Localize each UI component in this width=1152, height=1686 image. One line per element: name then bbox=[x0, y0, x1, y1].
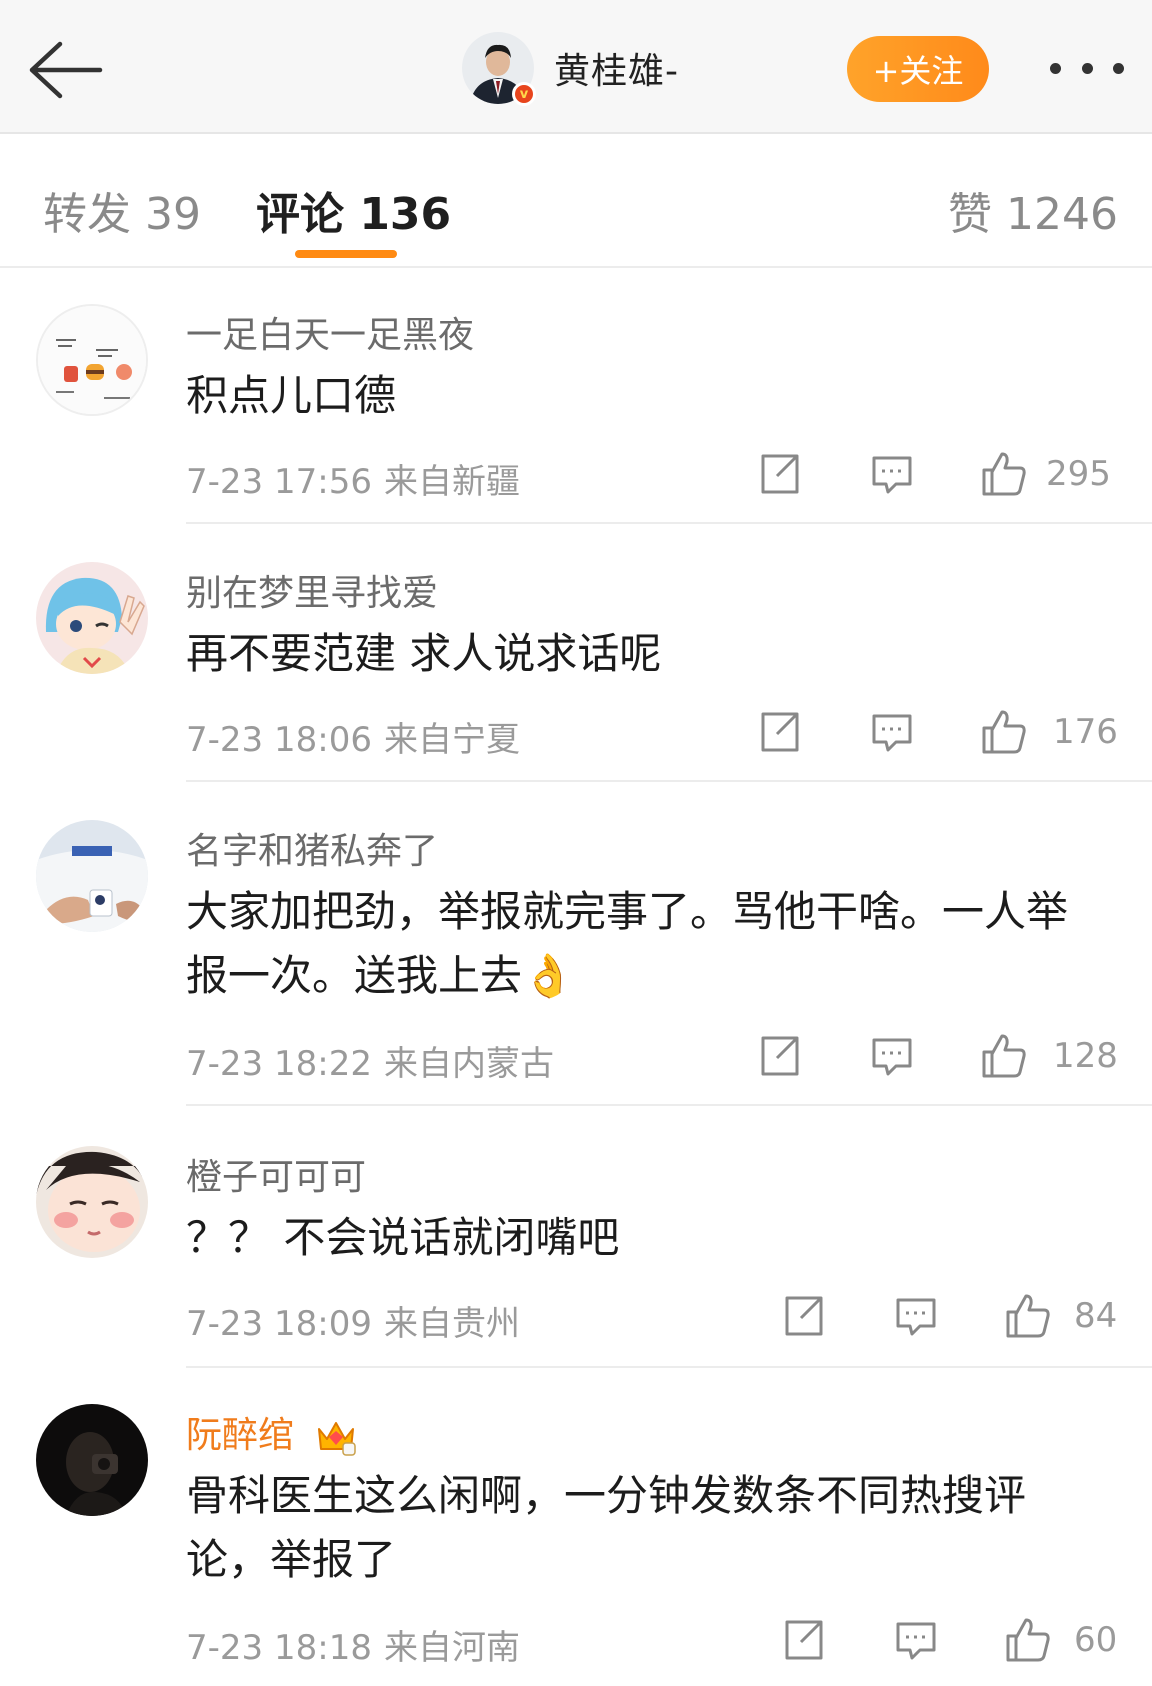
reply-icon[interactable] bbox=[894, 1296, 938, 1342]
comment-time: 7-23 18:18 bbox=[186, 1628, 372, 1668]
author-avatar[interactable]: v bbox=[462, 32, 536, 106]
user-avatar[interactable] bbox=[36, 1146, 148, 1258]
share-icon[interactable] bbox=[757, 710, 801, 758]
post-author[interactable]: v 黄桂雄- bbox=[462, 32, 679, 106]
user-avatar[interactable] bbox=[36, 562, 148, 674]
comment-divider bbox=[186, 1366, 1152, 1368]
tab-reposts[interactable]: 转发 39 bbox=[43, 178, 201, 242]
user-avatar[interactable] bbox=[36, 304, 148, 416]
tab-comments[interactable]: 评论 136 bbox=[256, 178, 451, 242]
like-icon[interactable] bbox=[980, 450, 1028, 502]
share-icon[interactable] bbox=[781, 1294, 825, 1342]
active-tab-indicator bbox=[295, 250, 397, 258]
comment-username[interactable]: 名字和猪私奔了 bbox=[186, 822, 438, 874]
share-icon[interactable] bbox=[757, 452, 801, 500]
comment-username[interactable]: 阮醉绾 bbox=[186, 1406, 357, 1458]
verified-badge-icon: v bbox=[512, 82, 536, 106]
like-icon[interactable] bbox=[1004, 1292, 1052, 1344]
comment-location: 来自宁夏 bbox=[383, 720, 520, 760]
comment-text: 骨科医生这么闲啊，一分钟发数条不同热搜评论，举报了 bbox=[186, 1471, 1027, 1584]
comment-location: 来自新疆 bbox=[383, 462, 520, 502]
comment-item: 一足白天一足黑夜 积点儿口德 7-23 17:56 来自新疆 295 bbox=[0, 300, 1152, 530]
comment-divider bbox=[186, 1104, 1152, 1106]
user-avatar[interactable] bbox=[36, 820, 148, 932]
comment-time: 7-23 18:06 bbox=[186, 720, 372, 760]
comment-item: 别在梦里寻找爱 再不要范建 求人说求话呢 7-23 18:06 来自宁夏 176 bbox=[0, 558, 1152, 788]
vip-username[interactable]: 阮醉绾 bbox=[186, 1415, 294, 1456]
comment-username[interactable]: 一足白天一足黑夜 bbox=[186, 306, 474, 358]
share-icon[interactable] bbox=[757, 1034, 801, 1082]
comment-meta: 7-23 18:06 来自宁夏 bbox=[186, 712, 520, 761]
user-avatar[interactable] bbox=[36, 1404, 148, 1516]
follow-button[interactable]: +关注 bbox=[847, 36, 989, 102]
vip-crown-icon bbox=[318, 1422, 357, 1456]
comment-text: 大家加把劲，举报就完事了。骂他干啥。一人举报一次。送我上去👌 bbox=[186, 887, 1069, 1000]
comment-location: 来自贵州 bbox=[383, 1304, 520, 1344]
comment-text: 积点儿口德 bbox=[186, 371, 397, 420]
comment-location: 来自内蒙古 bbox=[383, 1044, 554, 1084]
like-count: 84 bbox=[1074, 1296, 1118, 1336]
tab-bar: 转发 39 评论 136 赞 1246 bbox=[0, 134, 1152, 268]
comment-item: 阮醉绾 骨科医生这么闲啊，一分钟发数条不同热搜评论，举报了 7-23 18:18… bbox=[0, 1400, 1152, 1686]
comment-location: 来自河南 bbox=[383, 1628, 520, 1668]
comment-time: 7-23 17:56 bbox=[186, 462, 372, 502]
like-count: 295 bbox=[1046, 454, 1111, 494]
comment-time: 7-23 18:09 bbox=[186, 1304, 372, 1344]
tab-likes[interactable]: 赞 1246 bbox=[948, 178, 1118, 242]
like-icon[interactable] bbox=[980, 1032, 1028, 1084]
like-icon[interactable] bbox=[1004, 1616, 1052, 1668]
author-name[interactable]: 黄桂雄- bbox=[554, 42, 679, 94]
comment-meta: 7-23 18:18 来自河南 bbox=[186, 1620, 520, 1669]
reply-icon[interactable] bbox=[894, 1620, 938, 1666]
top-bar: v 黄桂雄- +关注 bbox=[0, 0, 1152, 134]
like-count: 128 bbox=[1053, 1036, 1118, 1076]
more-options-icon[interactable] bbox=[1050, 48, 1124, 88]
reply-icon[interactable] bbox=[870, 1036, 914, 1082]
comment-divider bbox=[186, 780, 1152, 782]
comment-item: 橙子可可可 ？？ 不会说话就闭嘴吧 7-23 18:09 来自贵州 84 bbox=[0, 1142, 1152, 1372]
comment-meta: 7-23 18:09 来自贵州 bbox=[186, 1296, 520, 1345]
comment-time: 7-23 18:22 bbox=[186, 1044, 372, 1084]
comment-meta: 7-23 18:22 来自内蒙古 bbox=[186, 1036, 554, 1085]
share-icon[interactable] bbox=[781, 1618, 825, 1666]
comment-meta: 7-23 17:56 来自新疆 bbox=[186, 454, 520, 503]
comment-username[interactable]: 别在梦里寻找爱 bbox=[186, 564, 438, 616]
reply-icon[interactable] bbox=[870, 712, 914, 758]
comment-text: ？？ 不会说话就闭嘴吧 bbox=[186, 1213, 620, 1262]
comment-username[interactable]: 橙子可可可 bbox=[186, 1148, 366, 1200]
like-icon[interactable] bbox=[980, 708, 1028, 760]
comment-divider bbox=[186, 522, 1152, 524]
like-count: 60 bbox=[1074, 1620, 1118, 1660]
back-arrow-icon[interactable] bbox=[26, 38, 106, 102]
like-count: 176 bbox=[1053, 712, 1118, 752]
comment-text: 再不要范建 求人说求话呢 bbox=[186, 629, 662, 678]
comment-item: 名字和猪私奔了 大家加把劲，举报就完事了。骂他干啥。一人举报一次。送我上去👌 7… bbox=[0, 816, 1152, 1116]
reply-icon[interactable] bbox=[870, 454, 914, 500]
